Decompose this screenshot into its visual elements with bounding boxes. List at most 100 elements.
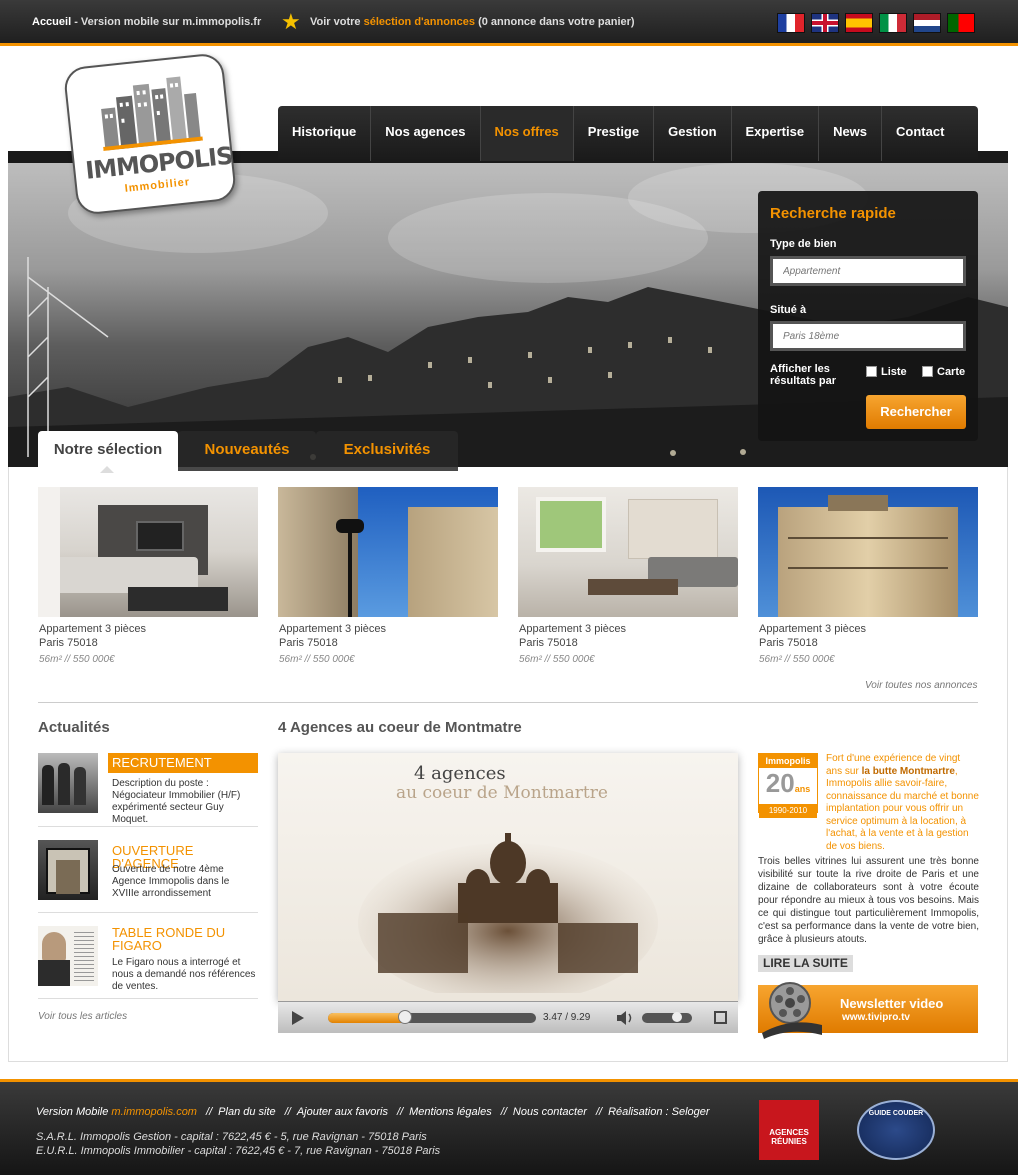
badge-number: 20ans [759,768,817,804]
intro-part-b: la butte Montmartre [861,765,955,777]
footer-mobile-link[interactable]: m.immopolis.com [111,1106,197,1118]
guide-couder-logo[interactable]: GUIDE COUDER [857,1100,935,1160]
see-all-listings-link[interactable]: Voir toutes nos annonces [865,680,977,691]
fullscreen-icon[interactable] [714,1011,727,1024]
news-heading: Actualités [38,719,110,736]
badge-ans: ans [794,784,811,794]
footer-link-plan[interactable]: Plan du site [218,1106,275,1118]
english-flag-icon[interactable] [811,13,839,33]
spanish-flag-icon[interactable] [845,13,873,33]
badge-number-value: 20 [765,768,795,798]
video-time: 3.47 / 9.29 [543,1012,591,1023]
nav-item-news[interactable]: News [819,106,883,161]
badge-brand: Immopolis [759,754,817,768]
news-thumbnail[interactable] [38,926,98,986]
listing-city: Paris 75018 [39,637,98,649]
tab-label: Exclusivités [343,441,431,458]
immopolis-logo[interactable]: IMMOPOLIS Immobilier [62,52,238,216]
guide-couder-text: GUIDE COUDER [868,1110,924,1117]
volume-icon[interactable] [616,1010,634,1026]
nav-item-prestige[interactable]: Prestige [574,106,655,161]
location-input[interactable] [770,321,966,351]
selection-prefix: Voir votre [310,16,364,28]
nav-item-expertise[interactable]: Expertise [732,106,820,161]
news-divider [38,912,258,913]
selection-suffix: (0 annonce dans votre panier) [475,16,635,28]
listing-title: Appartement 3 pièces [39,623,147,635]
listing-photo[interactable] [518,487,738,617]
news-title[interactable]: RECRUTEMENT [108,753,258,773]
news-item[interactable]: OUVERTURE D'AGENCE Ouverture de notre 4è… [38,840,258,920]
volume-handle[interactable] [672,1012,682,1022]
dutch-flag-icon[interactable] [913,13,941,33]
agencies-heading: 4 Agences au coeur de Montmatre [278,719,522,736]
nav-item-historique[interactable]: Historique [278,106,372,161]
listing-card[interactable]: Appartement 3 pièces Paris 75018 56m² //… [278,487,498,665]
map-checkbox[interactable] [922,366,933,377]
news-title[interactable]: TABLE RONDE DU FIGARO [112,926,258,952]
video-progress-handle[interactable] [397,1010,412,1024]
listing-photo[interactable] [278,487,498,617]
nav-item-gestion[interactable]: Gestion [654,106,732,161]
footer-link-legal[interactable]: Mentions légales [409,1106,492,1118]
about-body: Trois belles vitrines lui assurent une t… [758,856,979,945]
footer-mobile-prefix: Version Mobile [36,1106,112,1118]
film-reel-icon [762,982,822,1039]
read-more-button[interactable]: LIRE LA SUITE [758,955,853,972]
listing-card[interactable]: Appartement 3 pièces Paris 75018 56m² //… [38,487,258,665]
footer-link-favorites[interactable]: Ajouter aux favoris [297,1106,388,1118]
property-type-input[interactable] [770,256,966,286]
display-label-2: résultats par [770,375,837,387]
play-icon[interactable] [292,1011,304,1025]
about-intro: Fort d'une expérience de vingt ans sur l… [826,753,979,853]
main-nav: Historique Nos agences Nos offres Prestige G… [278,106,978,161]
quick-search-panel: Recherche rapide Type de bien Situé à Af… [758,191,978,441]
listing-photo[interactable] [758,487,978,617]
video-player[interactable]: 4 agences au coeur de Montmartre [278,753,738,1001]
listing-card[interactable]: Appartement 3 pièces Paris 75018 56m² //… [518,487,738,665]
listing-card[interactable]: Appartement 3 pièces Paris 75018 56m² //… [758,487,978,665]
news-item[interactable]: RECRUTEMENT Description du poste : Négoc… [38,753,258,833]
news-item[interactable]: TABLE RONDE DU FIGARO Le Figaro nous a i… [38,926,258,1006]
video-progress-bar[interactable] [328,1010,536,1024]
portuguese-flag-icon[interactable] [947,13,975,33]
listing-city: Paris 75018 [279,637,338,649]
tab-nouveautes[interactable]: Nouveautés [178,431,316,471]
footer-link-contact[interactable]: Nous contacter [513,1106,587,1118]
search-button[interactable]: Rechercher [866,395,966,429]
agences-reunies-logo[interactable]: AGENCES RÉUNIES [759,1100,819,1160]
news-thumbnail[interactable] [38,840,98,900]
video-controls: 3.47 / 9.29 [278,1001,738,1033]
tab-exclusivites[interactable]: Exclusivités [316,431,458,471]
list-label: Liste [881,366,907,378]
list-checkbox[interactable] [866,366,877,377]
newsletter-video-banner[interactable]: Newsletter video www.tivipro.tv [758,982,978,1039]
news-divider [38,998,258,999]
french-flag-icon[interactable] [777,13,805,33]
nav-item-nos-agences[interactable]: Nos agences [371,106,481,161]
selection-link[interactable]: sélection d'annonces [364,16,475,28]
news-thumbnail[interactable] [38,753,98,813]
map-label: Carte [937,366,966,378]
video-title-line-2: au coeur de Montmartre [396,783,608,803]
footer-link-credits[interactable]: Réalisation : Seloger [608,1106,710,1118]
listing-title: Appartement 3 pièces [279,623,387,635]
intro-part-c: , Immopolis allie savoir-faire, connaiss… [826,765,979,852]
nav-item-contact[interactable]: Contact [882,106,958,161]
listing-photo[interactable] [38,487,258,617]
nav-item-nos-offres[interactable]: Nos offres [480,106,574,161]
home-link[interactable]: Accueil [32,16,71,28]
agences-reunies-text: AGENCES RÉUNIES [769,1128,809,1146]
newsletter-site: www.tivipro.tv [842,1012,910,1023]
see-all-articles-link[interactable]: Voir tous les articles [38,1011,127,1022]
footer-legal-1: S.A.R.L. Immopolis Gestion - capital : 7… [36,1131,427,1143]
volume-slider[interactable] [642,1013,692,1023]
mobile-version-link[interactable]: - Version mobile sur m.immopolis.fr [71,16,261,28]
topbar-links: Accueil - Version mobile sur m.immopolis… [32,16,261,28]
property-type-label: Type de bien [770,238,837,250]
italian-flag-icon[interactable] [879,13,907,33]
video-title-line-1: 4 agences [414,763,506,784]
tab-notre-selection[interactable]: Notre sélection [38,431,178,473]
news-description: Ouverture de notre 4ème Agence Immopolis… [112,864,230,899]
language-flags [777,13,975,33]
